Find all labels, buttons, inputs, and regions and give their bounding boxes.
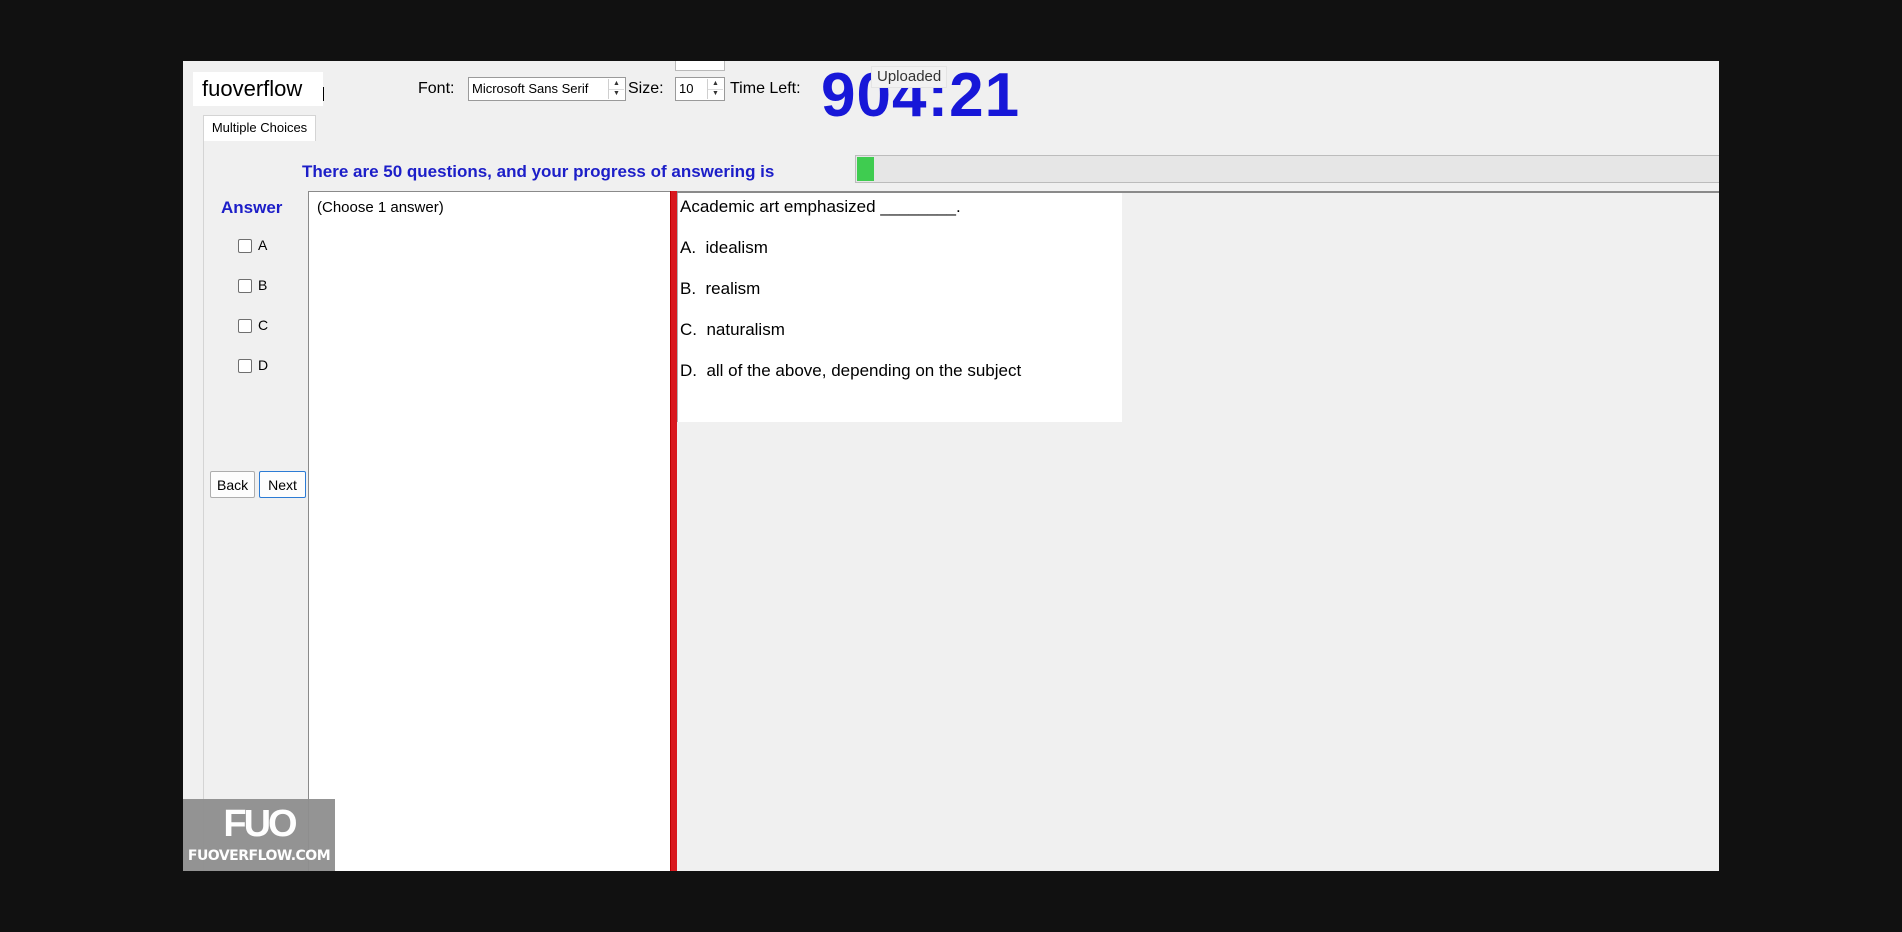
size-stepper[interactable]: 10 ▲ ▼ <box>675 77 725 101</box>
clipped-control <box>675 61 725 71</box>
progress-text: There are 50 questions, and your progres… <box>302 162 775 181</box>
question-pane: Academic art emphasized ________. A. ide… <box>677 193 1122 422</box>
option-label: D <box>258 357 269 373</box>
watermark-site: FUOVERFLOW.COM <box>187 848 331 864</box>
answer-title: Answer <box>221 198 283 217</box>
brand-label: fuoverflow <box>193 72 323 106</box>
checkbox[interactable] <box>238 279 252 294</box>
font-selector[interactable]: Microsoft Sans Serif ▲ ▼ <box>468 77 626 101</box>
time-left-label: Time Left: <box>730 80 801 97</box>
option-label: B <box>258 277 268 293</box>
back-button[interactable]: Back <box>210 471 255 498</box>
size-spinner[interactable]: ▲ ▼ <box>707 79 723 99</box>
text-caret <box>323 87 324 101</box>
answer-option-a[interactable]: A <box>238 236 267 254</box>
answer-option-b[interactable]: B <box>238 276 267 294</box>
next-button[interactable]: Next <box>259 471 306 498</box>
font-label: Font: <box>418 80 455 97</box>
choice-c: C. naturalism <box>680 320 785 339</box>
checkbox[interactable] <box>238 319 252 334</box>
font-value: Microsoft Sans Serif <box>472 81 589 96</box>
site-watermark: FUO FUOVERFLOW.COM <box>183 799 335 871</box>
answer-option-c[interactable]: C <box>238 316 268 334</box>
choose-instruction: (Choose 1 answer) <box>317 199 444 216</box>
choice-b: B. realism <box>680 279 761 298</box>
option-label: C <box>258 317 269 333</box>
answer-notes-pane[interactable]: (Choose 1 answer) <box>308 191 673 871</box>
question-stem: Academic art emphasized ________. <box>680 197 961 216</box>
spin-down-icon[interactable]: ▼ <box>609 89 624 99</box>
choice-d: D. all of the above, depending on the su… <box>680 361 1022 380</box>
splitter-handle[interactable] <box>670 191 677 871</box>
font-spinner[interactable]: ▲ ▼ <box>608 79 624 99</box>
tab-multiple-choices[interactable]: Multiple Choices <box>203 115 316 141</box>
answer-option-d[interactable]: D <box>238 356 268 374</box>
exam-window: fuoverflow Font: Microsoft Sans Serif ▲ … <box>183 61 1719 871</box>
size-label: Size: <box>628 80 664 97</box>
progress-bar <box>855 155 1719 183</box>
choice-a: A. idealism <box>680 238 768 257</box>
checkbox[interactable] <box>238 359 252 374</box>
upload-status-badge: Uploaded <box>871 66 948 88</box>
checkbox[interactable] <box>238 239 252 254</box>
watermark-logo: FUO <box>223 803 297 845</box>
size-value: 10 <box>679 81 694 96</box>
progress-fill <box>857 157 874 181</box>
spin-down-icon[interactable]: ▼ <box>708 89 723 99</box>
option-label: A <box>258 237 268 253</box>
